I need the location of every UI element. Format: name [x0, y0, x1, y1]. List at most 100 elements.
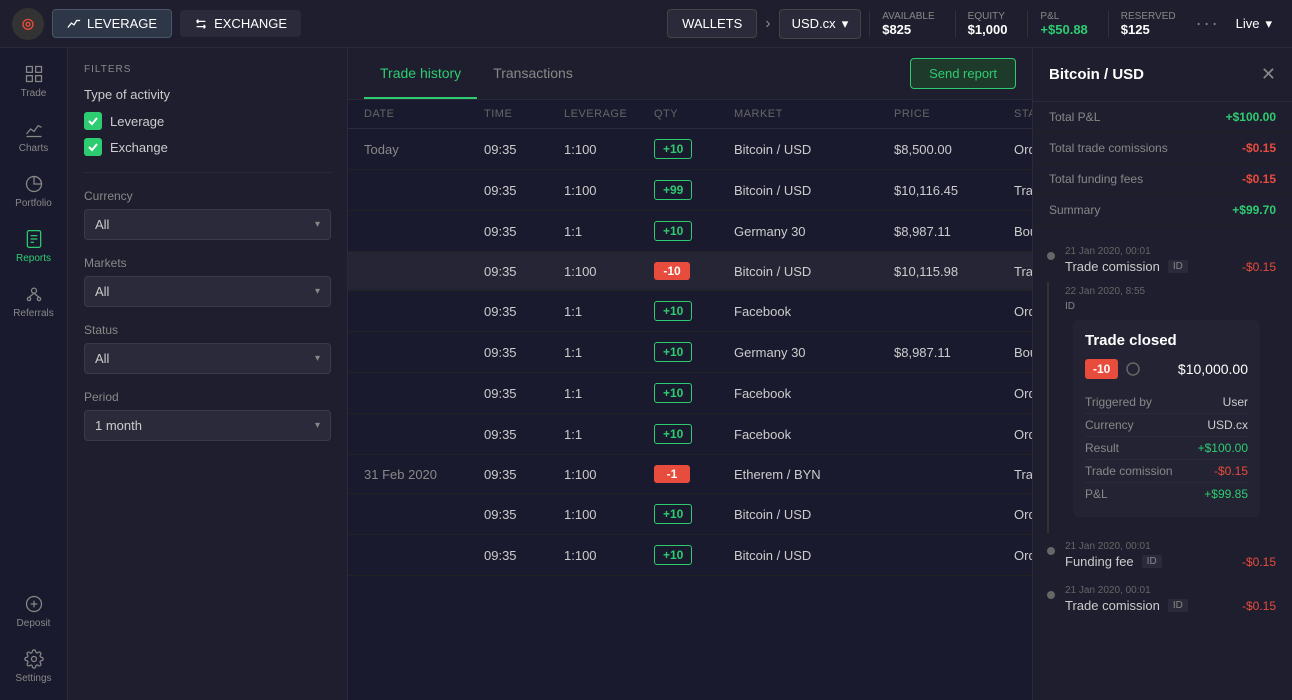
main-content: Trade history Transactions Send report D… — [348, 48, 1032, 700]
cell-qty: +10 — [654, 342, 734, 362]
tab-transactions[interactable]: Transactions — [477, 49, 589, 99]
cell-status: Order cancelled — [1014, 507, 1032, 522]
cell-time: 09:35 — [484, 264, 564, 279]
timeline-dot-3 — [1047, 591, 1055, 599]
cell-status: Trade modified — [1014, 467, 1032, 482]
cell-leverage: 1:1 — [564, 224, 654, 239]
summary-total-pnl: Total P&L +$100.00 — [1033, 102, 1292, 133]
cell-market: Etherem / BYN — [734, 467, 894, 482]
sidebar-item-charts[interactable]: Charts — [4, 111, 64, 162]
table-row[interactable]: 09:35 1:1 +10 Facebook Order cancelled › — [348, 373, 1032, 414]
table-row[interactable]: 09:35 1:100 +10 Bitcoin / USD Order canc… — [348, 535, 1032, 576]
table-row[interactable]: 09:35 1:1 +10 Germany 30 $8,987.11 Bough… — [348, 332, 1032, 373]
right-panel-title: Bitcoin / USD — [1049, 66, 1144, 83]
cell-qty: +10 — [654, 221, 734, 241]
table-row[interactable]: 09:35 1:1 +10 Germany 30 $8,987.11 Bough… — [348, 211, 1032, 252]
qty-badge: +10 — [654, 383, 692, 403]
markets-filter: Markets All ▾ — [84, 256, 331, 307]
timeline-section: 21 Jan 2020, 00:01 Trade comission ID -$… — [1033, 226, 1292, 633]
cell-time: 09:35 — [484, 304, 564, 319]
cell-leverage: 1:100 — [564, 264, 654, 279]
cell-status: Bought — [1014, 224, 1032, 239]
trade-triggered-by: Triggered by User — [1085, 391, 1248, 414]
cell-qty: +10 — [654, 139, 734, 159]
leverage-button[interactable]: LEVERAGE — [52, 9, 172, 38]
cell-qty: +10 — [654, 545, 734, 565]
cell-qty: -10 — [654, 262, 734, 280]
table-row[interactable]: Today 09:35 1:100 +10 Bitcoin / USD $8,5… — [348, 129, 1032, 170]
table-row[interactable]: 09:35 1:1 +10 Facebook Order cancelled › — [348, 414, 1032, 455]
cell-market: Facebook — [734, 304, 894, 319]
qty-badge: +10 — [654, 424, 692, 444]
cell-market: Facebook — [734, 386, 894, 401]
status-select-arrow: ▾ — [315, 353, 320, 364]
summary-commissions: Total trade comissions -$0.15 — [1033, 133, 1292, 164]
trade-commission: Trade comission -$0.15 — [1085, 460, 1248, 483]
sidebar-item-settings[interactable]: Settings — [4, 641, 64, 692]
trade-currency: Currency USD.cx — [1085, 414, 1248, 437]
nav-arrow-button[interactable]: › — [765, 15, 770, 33]
table-row[interactable]: 09:35 1:100 -10 Bitcoin / USD $10,115.98… — [348, 252, 1032, 291]
currency-select[interactable]: All ▾ — [84, 209, 331, 240]
cell-date: 31 Feb 2020 — [364, 467, 484, 482]
cell-market: Facebook — [734, 427, 894, 442]
qty-badge: +10 — [654, 221, 692, 241]
cell-qty: +10 — [654, 301, 734, 321]
cell-time: 09:35 — [484, 427, 564, 442]
activity-type-label: Type of activity — [84, 87, 331, 102]
cell-time: 09:35 — [484, 467, 564, 482]
pnl-stat: P&L +$50.88 — [1027, 11, 1099, 37]
send-report-button[interactable]: Send report — [910, 58, 1016, 89]
available-stat: AVAILABLE $825 — [869, 11, 946, 37]
cell-status: Order cancelled — [1014, 386, 1032, 401]
markets-select-arrow: ▾ — [315, 286, 320, 297]
currency-select-arrow: ▾ — [315, 219, 320, 230]
live-indicator[interactable]: Live ▾ — [1228, 16, 1280, 32]
sidebar-item-portfolio[interactable]: Portfolio — [4, 166, 64, 217]
cell-leverage: 1:100 — [564, 507, 654, 522]
header-leverage: LEVERAGE — [564, 108, 654, 120]
header-date: DATE — [364, 108, 484, 120]
exchange-button[interactable]: EXCHANGE — [180, 10, 301, 37]
sidebar-item-trade[interactable]: Trade — [4, 56, 64, 107]
table-row[interactable]: 09:35 1:100 +10 Bitcoin / USD Order canc… — [348, 494, 1032, 535]
cell-time: 09:35 — [484, 507, 564, 522]
timeline-item-3: 21 Jan 2020, 00:01 Trade comission ID -$… — [1033, 577, 1292, 621]
period-select-arrow: ▾ — [315, 420, 320, 431]
logo: ◎ — [12, 8, 44, 40]
exchange-checkbox[interactable]: Exchange — [84, 138, 331, 156]
exchange-checkbox-box — [84, 138, 102, 156]
cell-time: 09:35 — [484, 548, 564, 563]
trade-closed-header: -10 $10,000.00 — [1085, 359, 1248, 379]
right-panel: Bitcoin / USD ✕ Total P&L +$100.00 Total… — [1032, 48, 1292, 700]
timeline-event: Trade comission ID -$0.15 — [1065, 259, 1276, 274]
summary-total: Summary +$99.70 — [1033, 195, 1292, 226]
cell-status: Order cancelled — [1014, 427, 1032, 442]
status-select[interactable]: All ▾ — [84, 343, 331, 374]
markets-select[interactable]: All ▾ — [84, 276, 331, 307]
trade-price: $10,000.00 — [1178, 361, 1248, 377]
tab-bar: Trade history Transactions Send report — [348, 48, 1032, 100]
sidebar-item-deposit[interactable]: Deposit — [4, 586, 64, 637]
trade-table: DATE TIME LEVERAGE QTY MARKET PRICE STAT… — [348, 100, 1032, 700]
table-row[interactable]: 31 Feb 2020 09:35 1:100 -1 Etherem / BYN… — [348, 455, 1032, 494]
sidebar-item-referrals[interactable]: Referrals — [4, 276, 64, 327]
table-row[interactable]: 09:35 1:1 +10 Facebook Order cancelled › — [348, 291, 1032, 332]
cell-price: $10,116.45 — [894, 183, 1014, 198]
cell-time: 09:35 — [484, 386, 564, 401]
currency-selector[interactable]: USD.cx ▾ — [779, 9, 862, 39]
wallets-button[interactable]: WALLETS — [667, 9, 757, 38]
sidebar-item-reports[interactable]: Reports — [4, 221, 64, 272]
table-row[interactable]: 09:35 1:100 +99 Bitcoin / USD $10,116.45… — [348, 170, 1032, 211]
cell-leverage: 1:1 — [564, 345, 654, 360]
cell-status: Bought — [1014, 345, 1032, 360]
qty-badge: +10 — [654, 301, 692, 321]
topbar: ◎ LEVERAGE EXCHANGE WALLETS › USD.cx ▾ A… — [0, 0, 1292, 48]
qty-badge: +10 — [654, 504, 692, 524]
period-select[interactable]: 1 month ▾ — [84, 410, 331, 441]
tab-trade-history[interactable]: Trade history — [364, 49, 477, 99]
status-filter: Status All ▾ — [84, 323, 331, 374]
more-options-button[interactable]: ··· — [1196, 13, 1220, 34]
leverage-checkbox[interactable]: Leverage — [84, 112, 331, 130]
close-panel-button[interactable]: ✕ — [1261, 64, 1276, 85]
